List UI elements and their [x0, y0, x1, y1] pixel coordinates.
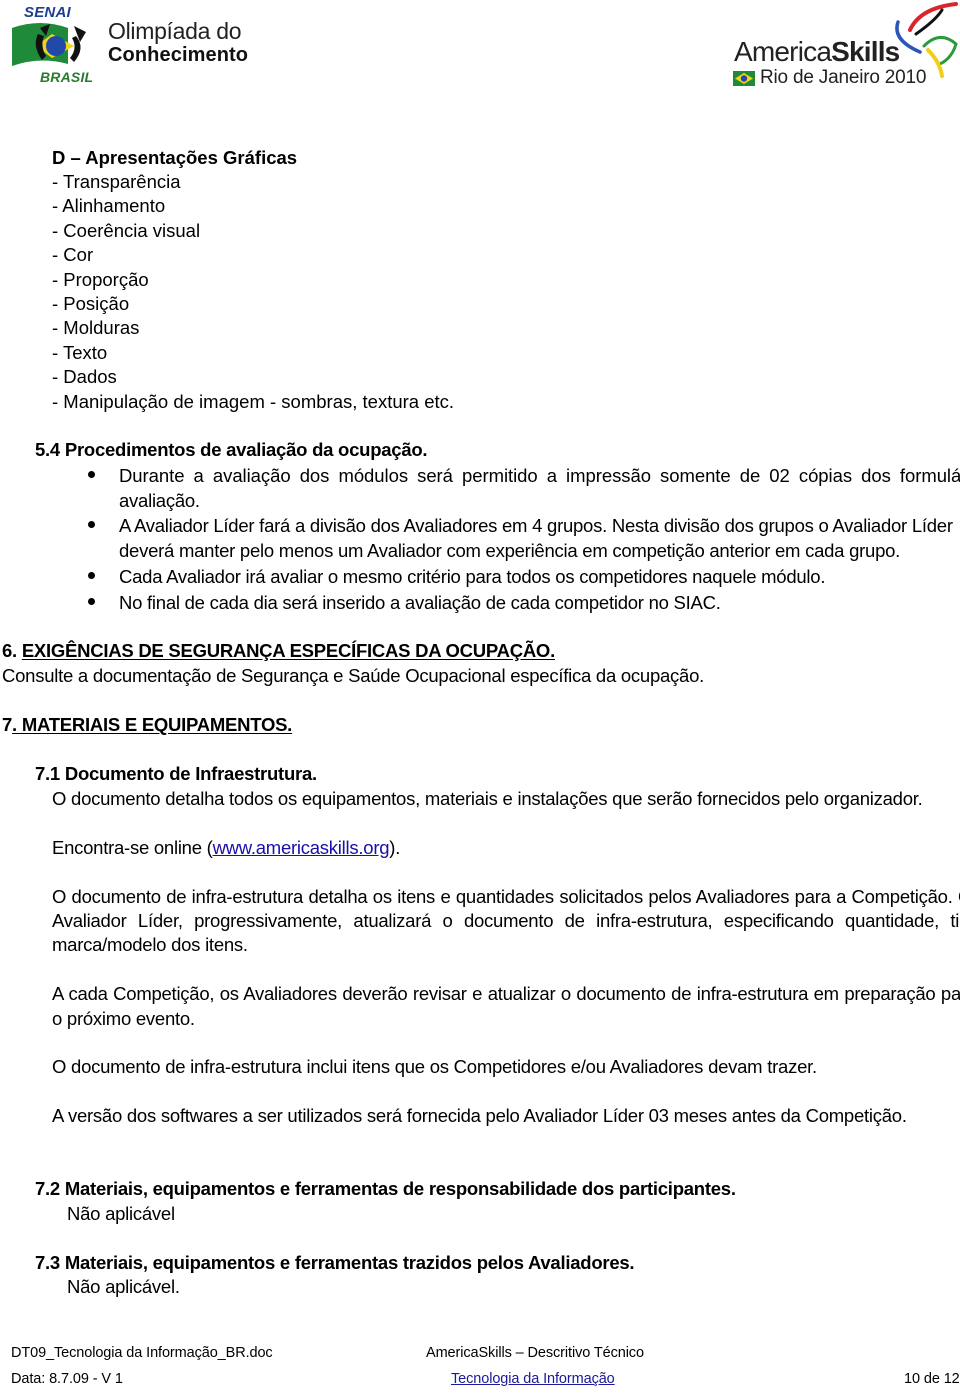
footer-date-version: Data: 8.7.09 - V 1: [11, 1371, 123, 1387]
section-7-1-online: Encontra-se online (www.americaskills.or…: [52, 836, 400, 860]
americaskills-subtitle: Rio de Janeiro 2010: [760, 67, 927, 88]
section-d-item: - Cor: [52, 244, 94, 265]
section-6-heading: 6. EXIGÊNCIAS DE SEGURANÇA ESPECÍFICAS D…: [2, 639, 555, 663]
americaskills-title-regular: America: [734, 36, 832, 67]
section-6-text: Consulte a documentação de Segurança e S…: [2, 665, 704, 686]
americaskills-logo: AmericaSkills Rio de Janeiro 2010: [730, 0, 960, 92]
section-7-3-text: Não aplicável.: [67, 1276, 180, 1297]
conhecimento-title: Conhecimento: [108, 44, 249, 66]
section-7-1-paragraph: o próximo evento.: [52, 1008, 195, 1029]
brazil-flag-emblem-icon: [12, 23, 86, 66]
section-7-2-text: Não aplicável: [67, 1203, 175, 1224]
section-d-item: - Manipulação de imagem - sombras, textu…: [52, 391, 455, 412]
section-7-title: . MATERIAIS E EQUIPAMENTOS.: [12, 714, 293, 735]
footer-page-number: 10 de 12: [904, 1371, 960, 1387]
bullet-icon: [88, 572, 95, 579]
bullet-icon: [88, 471, 95, 478]
americaskills-link[interactable]: www.americaskills.org: [213, 837, 390, 858]
brazil-flag-icon: [733, 71, 755, 86]
olimpiada-title: Olimpíada do: [108, 18, 242, 44]
section-d-item: - Texto: [52, 342, 108, 363]
bullet-icon: [88, 598, 95, 605]
bullet-text: Durante a avaliação dos módulos será per…: [119, 465, 960, 486]
bullet-text: avaliação.: [119, 490, 200, 511]
section-7-1-paragraph: marca/modelo dos itens.: [52, 934, 248, 955]
bullet-text: A Avaliador Líder fará a divisão dos Ava…: [119, 515, 953, 536]
footer-filename: DT09_Tecnologia da Informação_BR.doc: [11, 1345, 273, 1361]
bullet-icon: [88, 521, 95, 528]
bullet-text: deverá manter pelo menos um Avaliador co…: [119, 540, 901, 561]
section-7-heading: 7. MATERIAIS E EQUIPAMENTOS.: [2, 713, 292, 737]
section-7-3-title: 7.3 Materiais, equipamentos e ferramenta…: [35, 1252, 635, 1273]
section-d-item: - Molduras: [52, 317, 140, 338]
section-7-2-title: 7.2 Materiais, equipamentos e ferramenta…: [35, 1178, 736, 1199]
section-6-number: 6.: [2, 640, 22, 661]
section-d-item: - Posição: [52, 293, 130, 314]
bullet-text: No final de cada dia será inserido a ava…: [119, 592, 721, 613]
americaskills-title-bold: Skills: [831, 36, 900, 67]
brasil-logo-text: BRASIL: [40, 69, 94, 85]
document-page: SENAI BRASIL Olimpíada do Conhecimento A…: [0, 0, 960, 1394]
footer-occupation: Tecnologia da Informação: [451, 1371, 615, 1387]
section-d-item: - Proporção: [52, 269, 149, 290]
section-7-1-paragraph: A versão dos softwares a ser utilizados …: [52, 1105, 907, 1126]
bullet-text: Cada Avaliador irá avaliar o mesmo crité…: [119, 566, 826, 587]
section-d-title: D – Apresentações Gráficas: [52, 147, 298, 168]
section-7-number: 7: [2, 714, 13, 735]
section-7-1-paragraph: O documento de infra-estrutura detalha o…: [52, 886, 960, 907]
americaskills-title: AmericaSkills: [734, 36, 900, 68]
online-prefix: Encontra-se online (: [52, 837, 213, 858]
section-7-1-title: 7.1 Documento de Infraestrutura.: [35, 763, 317, 784]
section-d-item: - Dados: [52, 366, 117, 387]
section-d-item: - Transparência: [52, 171, 181, 192]
section-d-item: - Coerência visual: [52, 220, 201, 241]
footer-doc-title: AmericaSkills – Descritivo Técnico: [426, 1345, 644, 1361]
section-7-1-paragraph: Avaliador Líder, progressivamente, atual…: [52, 910, 960, 931]
section-6-title: EXIGÊNCIAS DE SEGURANÇA ESPECÍFICAS DA O…: [21, 640, 555, 661]
section-7-1-paragraph: A cada Competição, os Avaliadores deverã…: [52, 983, 960, 1004]
section-7-1-paragraph: O documento detalha todos os equipamento…: [52, 788, 923, 809]
section-5-4-title: 5.4 Procedimentos de avaliação da ocupaç…: [35, 439, 428, 460]
olimpiada-logo: SENAI BRASIL Olimpíada do Conhecimento: [10, 2, 260, 88]
online-suffix: ).: [389, 837, 401, 858]
senai-logo-text: SENAI: [24, 4, 71, 21]
section-7-1-paragraph: O documento de infra-estrutura inclui it…: [52, 1056, 817, 1077]
section-d-item: - Alinhamento: [52, 195, 166, 216]
